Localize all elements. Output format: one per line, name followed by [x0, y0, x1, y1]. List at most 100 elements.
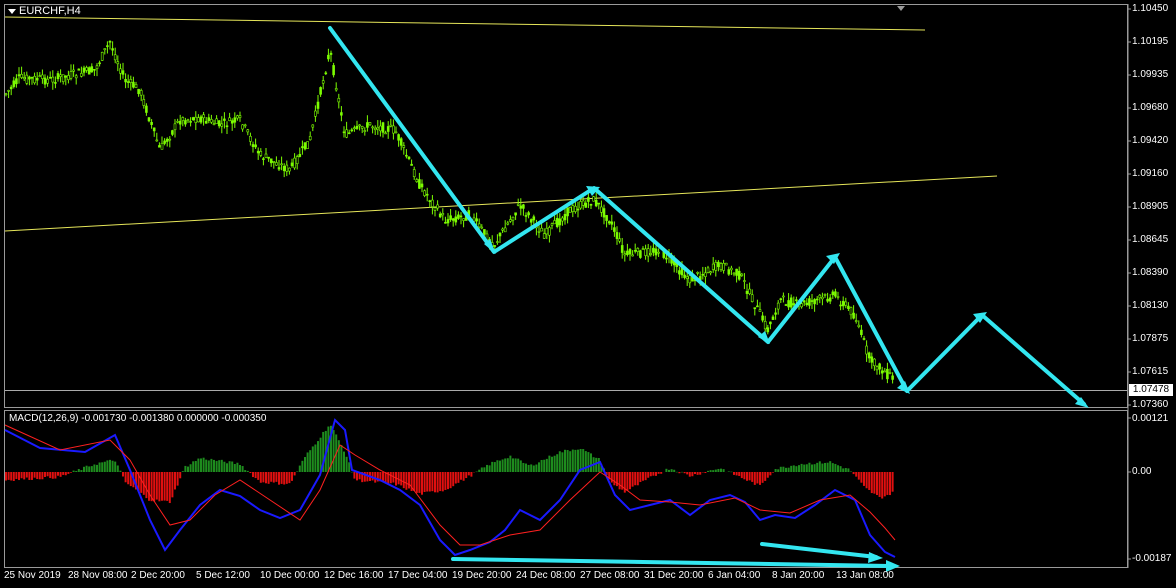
candle-body — [501, 228, 504, 231]
histogram-bar — [699, 472, 702, 475]
histogram-bar — [512, 458, 514, 472]
histogram-bar — [626, 472, 629, 491]
candle-body — [511, 216, 515, 221]
histogram-bar — [707, 470, 709, 472]
histogram-bar — [863, 472, 865, 486]
histogram-bar — [275, 472, 278, 482]
candle-body — [519, 205, 523, 209]
histogram-bar — [798, 465, 800, 472]
histogram-bar — [5, 472, 7, 481]
histogram-bar — [790, 465, 793, 472]
lower-trendline[interactable] — [4, 175, 998, 232]
histogram-bar — [577, 449, 579, 472]
histogram-bar — [25, 472, 28, 478]
candle-body — [428, 200, 432, 202]
histogram-bar — [111, 460, 114, 472]
histogram-bar — [782, 466, 785, 472]
candle-body — [509, 219, 512, 222]
histogram-bar — [153, 472, 156, 502]
histogram-bar — [57, 472, 59, 476]
histogram-bar — [831, 463, 834, 472]
candle-body — [761, 315, 764, 321]
histogram-bar — [517, 458, 520, 472]
candle-body — [782, 295, 785, 298]
histogram-bar — [428, 472, 431, 492]
candle-body — [730, 267, 733, 271]
histogram-bar — [20, 472, 23, 479]
candle-body — [597, 202, 601, 205]
candle-body — [308, 136, 312, 141]
candle-body — [516, 203, 520, 206]
histogram-bar — [215, 460, 218, 472]
candle-body — [493, 245, 497, 247]
histogram-bar — [493, 462, 496, 472]
candle-body — [688, 275, 692, 284]
chart-title[interactable]: EURCHF,H4 — [8, 5, 81, 17]
candle-body — [425, 193, 429, 196]
upper-trendline[interactable] — [4, 16, 926, 31]
histogram-bar — [202, 457, 205, 472]
candle-body — [129, 79, 133, 83]
histogram-bar — [886, 472, 889, 495]
candle-body — [345, 129, 348, 138]
candle-body — [784, 304, 788, 306]
candle-body — [329, 52, 333, 55]
histogram-bar — [353, 472, 356, 479]
histogram-bar — [652, 472, 655, 476]
histogram-bar — [876, 472, 878, 496]
histogram-bar — [249, 472, 252, 474]
histogram-bar — [96, 464, 98, 472]
candle-body — [35, 77, 39, 81]
histogram-bar — [140, 472, 143, 493]
candle-body — [779, 298, 783, 300]
histogram-bar — [441, 472, 444, 492]
histogram-bar — [675, 471, 678, 473]
candle-body — [652, 247, 655, 253]
histogram-bar — [436, 472, 439, 493]
histogram-bar — [59, 472, 62, 477]
candle-body — [753, 307, 757, 310]
histogram-bar — [610, 472, 613, 483]
candle-body — [397, 134, 400, 141]
candle-body — [51, 76, 55, 83]
histogram-bar — [873, 472, 876, 494]
candle-body — [215, 118, 218, 124]
symbol-label: EURCHF,H4 — [19, 5, 81, 17]
candle-body — [251, 144, 255, 147]
candle-body — [880, 370, 884, 374]
candle-body — [886, 368, 889, 380]
histogram-bar — [192, 461, 195, 472]
candle-body — [82, 67, 86, 73]
histogram-bar — [205, 459, 208, 472]
candle-body — [69, 71, 73, 79]
candle-body — [545, 227, 549, 235]
candle-body — [527, 212, 530, 216]
histogram-bar — [166, 472, 169, 501]
candle-body — [7, 90, 10, 92]
divergence-annotation[interactable] — [451, 542, 895, 568]
candle-body — [615, 232, 619, 239]
histogram-bar — [67, 472, 70, 474]
candle-body — [124, 79, 127, 83]
candle-body — [77, 68, 81, 71]
histogram-bar — [480, 467, 483, 472]
candle-body — [800, 303, 803, 308]
histogram-bar — [631, 472, 634, 487]
chart-canvas[interactable] — [0, 0, 1176, 588]
candle-body — [657, 251, 660, 254]
chevron-down-icon[interactable] — [8, 8, 16, 14]
candle-body — [579, 201, 582, 209]
candle-body — [25, 74, 29, 84]
candle-body — [386, 126, 390, 132]
histogram-bar — [46, 472, 49, 477]
histogram-bar — [504, 458, 507, 472]
candle-body — [550, 223, 554, 226]
candle-body — [407, 156, 411, 160]
candle-body — [228, 117, 231, 121]
price-candles — [4, 40, 894, 384]
candle-body — [696, 272, 699, 274]
histogram-bar — [158, 472, 161, 502]
scroll-marker-icon[interactable] — [897, 6, 905, 11]
candle-body — [22, 77, 26, 80]
candle-body — [134, 84, 138, 88]
